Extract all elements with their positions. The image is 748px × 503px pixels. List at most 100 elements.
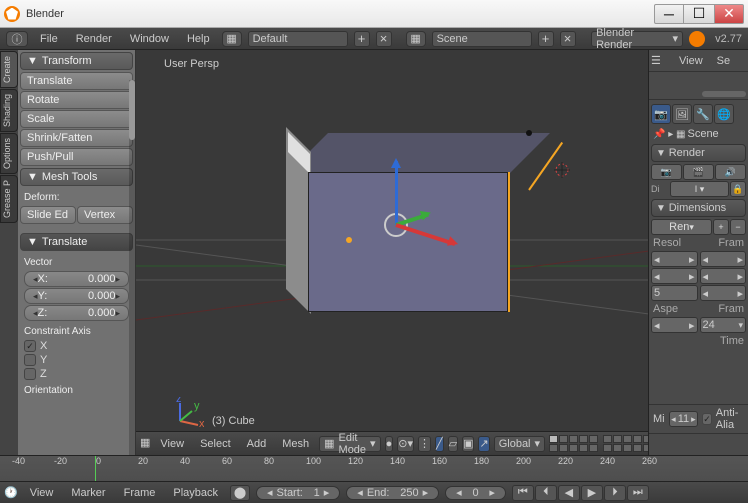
keyframe-next-button[interactable]: ⏵ bbox=[604, 485, 626, 501]
frame-start-field[interactable]: ◂▸ bbox=[700, 251, 747, 267]
screen-layout-browse-icon[interactable]: ▦ bbox=[222, 31, 242, 47]
vector-z-field[interactable]: ◂Z:0.000▸ bbox=[24, 305, 129, 321]
mode-dropdown[interactable]: ▦ Edit Mode ▾ bbox=[319, 436, 380, 452]
editor-type-icon[interactable]: ⓘ bbox=[6, 31, 28, 47]
tooltab-create[interactable]: Create bbox=[0, 51, 18, 88]
constraint-x-checkbox[interactable]: ✓ bbox=[24, 340, 36, 352]
context-render-layers-icon[interactable]: 🖼 bbox=[672, 104, 692, 124]
outliner-editor-icon[interactable]: ☰ bbox=[651, 54, 671, 67]
timeline-menu-frame[interactable]: Frame bbox=[118, 487, 162, 499]
render-preset-dropdown[interactable]: Ren ▾ bbox=[651, 219, 712, 235]
scale-button[interactable]: Scale bbox=[20, 110, 133, 128]
window-close-button[interactable]: ✕ bbox=[714, 4, 744, 24]
menu-render[interactable]: Render bbox=[70, 33, 118, 45]
menu-file[interactable]: File bbox=[34, 33, 64, 45]
current-frame-input[interactable]: ◂ 0 ▸ bbox=[445, 486, 506, 500]
tooltab-grease[interactable]: Grease P bbox=[0, 175, 18, 223]
tooltab-shading[interactable]: Shading bbox=[0, 89, 18, 132]
aspect-x-field[interactable]: ◂▸ bbox=[651, 317, 698, 333]
layer-buttons[interactable] bbox=[549, 435, 648, 452]
shading-mode-button[interactable]: ● bbox=[385, 436, 394, 452]
fps-dropdown[interactable]: 24 ▾ bbox=[700, 317, 747, 333]
timeline-menu-playback[interactable]: Playback bbox=[167, 487, 224, 499]
face-select-mode[interactable]: ▱ bbox=[448, 436, 458, 452]
screen-layout-dropdown[interactable]: Default bbox=[248, 31, 348, 47]
manipulator-z-axis[interactable] bbox=[395, 161, 398, 225]
context-world-icon[interactable]: 🌐 bbox=[714, 104, 734, 124]
3dview-menu-add[interactable]: Add bbox=[241, 438, 273, 450]
timeline-menu-marker[interactable]: Marker bbox=[65, 487, 111, 499]
tooltab-options[interactable]: Options bbox=[0, 133, 18, 174]
edge-select-mode[interactable]: ╱ bbox=[435, 436, 444, 452]
play-reverse-button[interactable]: ◀ bbox=[558, 485, 580, 501]
render-anim-button[interactable]: 🎬 bbox=[683, 164, 714, 180]
jump-end-button[interactable]: ⏭ bbox=[627, 485, 649, 501]
preset-remove-button[interactable]: − bbox=[730, 219, 746, 235]
preset-add-button[interactable]: + bbox=[713, 219, 729, 235]
frame-step-field[interactable]: ◂▸ bbox=[700, 285, 747, 301]
constraint-z-checkbox[interactable] bbox=[24, 368, 36, 380]
manipulator-toggle[interactable]: ↗ bbox=[478, 436, 489, 452]
dimensions-section-header[interactable]: ▼ Dimensions bbox=[651, 199, 746, 217]
toolshelf-scroll-thumb[interactable] bbox=[129, 80, 135, 140]
timeline-menu-view[interactable]: View bbox=[24, 487, 60, 499]
vertex-slide-button[interactable]: Vertex bbox=[77, 206, 133, 224]
jump-start-button[interactable]: ⏮ bbox=[512, 485, 534, 501]
transform-header[interactable]: ▼ Transform bbox=[20, 52, 133, 70]
transform-orientation-dropdown[interactable]: Global ▾ bbox=[494, 436, 545, 452]
3d-viewport[interactable]: User Persp bbox=[136, 50, 648, 455]
scene-remove-button[interactable]: × bbox=[560, 31, 576, 47]
render-engine-dropdown[interactable]: Blender Render▾ bbox=[591, 31, 683, 47]
menu-window[interactable]: Window bbox=[124, 33, 175, 45]
translate-button[interactable]: Translate bbox=[20, 72, 133, 90]
pivot-dropdown[interactable]: ⊙▾ bbox=[397, 436, 414, 452]
shrink-fatten-button[interactable]: Shrink/Fatten bbox=[20, 129, 133, 147]
scene-browse-icon[interactable]: ▦ bbox=[406, 31, 426, 47]
push-pull-button[interactable]: Push/Pull bbox=[20, 148, 133, 166]
rotate-button[interactable]: Rotate bbox=[20, 91, 133, 109]
3dview-menu-mesh[interactable]: Mesh bbox=[276, 438, 315, 450]
datablock-breadcrumb[interactable]: 📌 ▸ ▦ Scene bbox=[651, 126, 746, 142]
vector-x-field[interactable]: ◂X:0.000▸ bbox=[24, 271, 129, 287]
resolution-x-field[interactable]: ◂▸ bbox=[651, 251, 698, 267]
vertex-select-mode[interactable]: ⋮ bbox=[418, 436, 431, 452]
edge-slide-button[interactable]: Slide Ed bbox=[20, 206, 76, 224]
menu-help[interactable]: Help bbox=[181, 33, 216, 45]
transform-manipulator[interactable] bbox=[396, 225, 397, 226]
outliner-view-menu[interactable]: View bbox=[673, 55, 709, 67]
mi-field[interactable]: ◂ 11 ▸ bbox=[669, 411, 699, 427]
render-image-button[interactable]: 📷 bbox=[651, 164, 682, 180]
meshtools-header[interactable]: ▼ Mesh Tools bbox=[20, 168, 133, 186]
render-section-header[interactable]: ▼ Render bbox=[651, 144, 746, 162]
frame-end-input[interactable]: ◂End: 250▸ bbox=[346, 486, 439, 500]
resolution-y-field[interactable]: ◂▸ bbox=[651, 268, 698, 284]
resolution-percent-slider[interactable]: 5 bbox=[651, 285, 698, 301]
scene-dropdown[interactable]: Scene bbox=[432, 31, 532, 47]
antialias-checkbox[interactable]: ✓ bbox=[702, 413, 712, 425]
display-mode-dropdown[interactable]: I ▾ bbox=[670, 181, 729, 197]
outliner-h-scroll[interactable] bbox=[702, 91, 746, 97]
timeline-editor-icon[interactable]: 🕐 bbox=[4, 486, 18, 499]
context-render-icon[interactable]: 📷 bbox=[651, 104, 671, 124]
constraint-y-checkbox[interactable] bbox=[24, 354, 36, 366]
outliner-body[interactable] bbox=[649, 72, 748, 100]
layout-remove-button[interactable]: × bbox=[376, 31, 392, 47]
frame-start-input[interactable]: ◂Start: 1▸ bbox=[256, 486, 340, 500]
outliner-search[interactable]: Se bbox=[711, 55, 736, 67]
lock-interface-toggle[interactable]: 🔒 bbox=[730, 181, 746, 197]
limit-selection-toggle[interactable]: ▣ bbox=[462, 436, 474, 452]
auto-keyframe-toggle[interactable]: ⬤ bbox=[230, 485, 250, 501]
window-minimize-button[interactable]: ─ bbox=[654, 4, 684, 24]
window-maximize-button[interactable]: ☐ bbox=[684, 4, 714, 24]
timeline-ruler[interactable]: -40-200204060801001201401601802002202402… bbox=[0, 456, 748, 481]
3dview-menu-select[interactable]: Select bbox=[194, 438, 237, 450]
frame-end-field[interactable]: ◂▸ bbox=[700, 268, 747, 284]
render-audio-button[interactable]: 🔊 bbox=[715, 164, 746, 180]
3dview-menu-view[interactable]: View bbox=[154, 438, 190, 450]
editor-type-3dview-icon[interactable]: ▦ bbox=[140, 436, 150, 452]
operator-translate-header[interactable]: ▼ Translate bbox=[20, 233, 133, 251]
toolshelf-scrollbar[interactable] bbox=[129, 80, 135, 455]
context-scene-icon[interactable]: 🔧 bbox=[693, 104, 713, 124]
scene-add-button[interactable]: + bbox=[538, 31, 554, 47]
layout-add-button[interactable]: + bbox=[354, 31, 370, 47]
